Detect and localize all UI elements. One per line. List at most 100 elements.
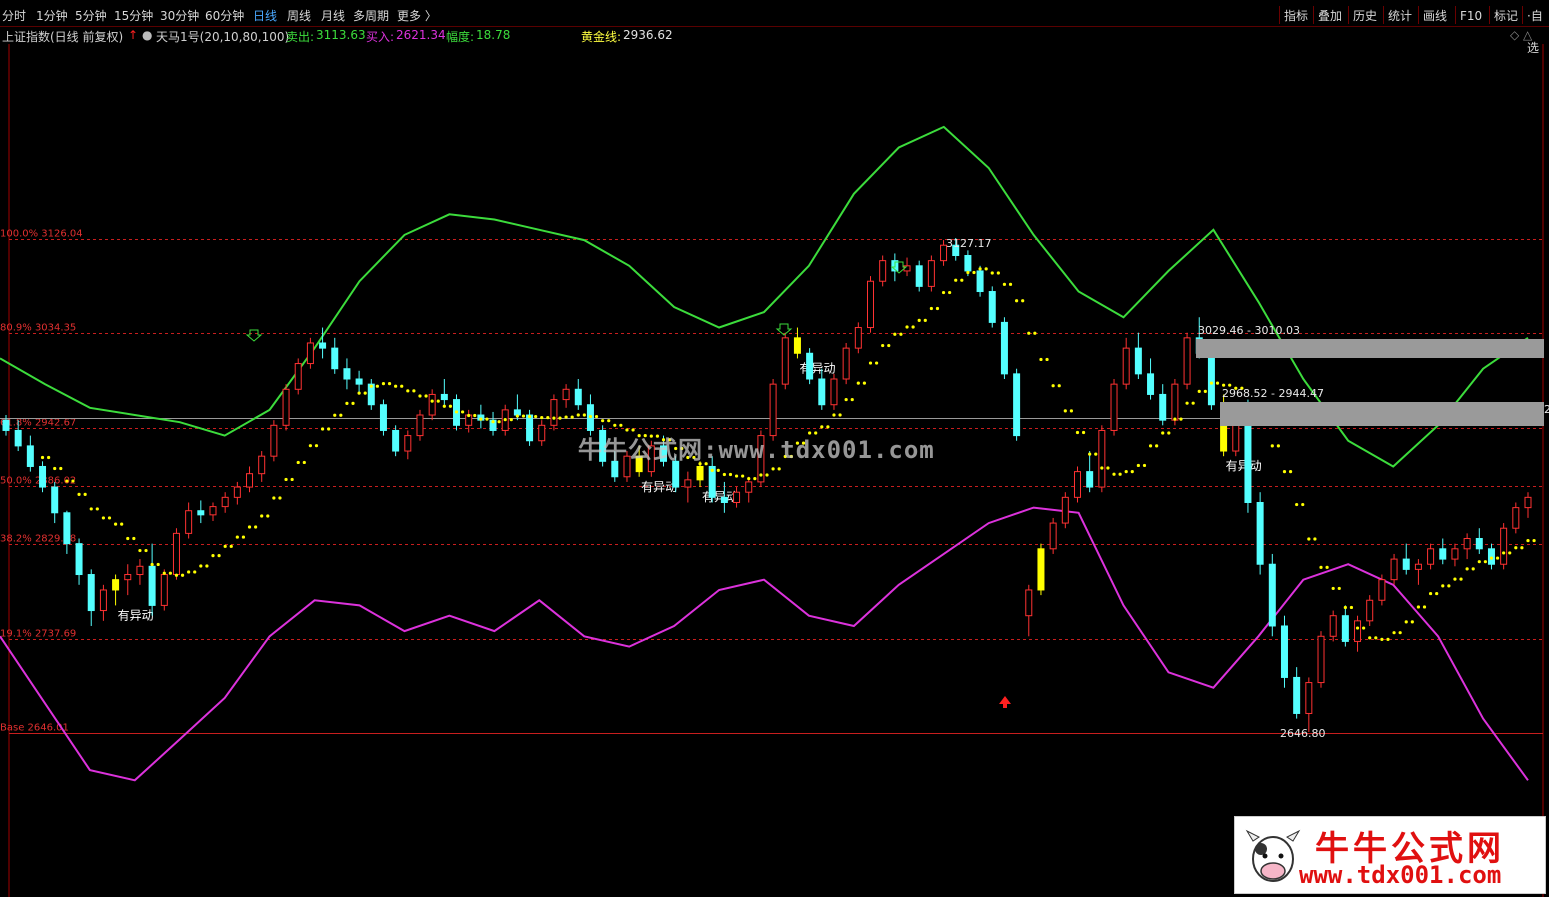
candle-body[interactable] [428, 393, 436, 416]
period-tab-7[interactable]: 周线 [287, 0, 311, 26]
candle-body[interactable] [781, 337, 789, 385]
candle-body[interactable] [294, 363, 302, 390]
candle-body[interactable] [1256, 501, 1264, 565]
candle-body[interactable] [1427, 548, 1435, 565]
candle-body[interactable] [1378, 579, 1386, 601]
toolbar-button-6[interactable]: 标记 [1494, 0, 1518, 26]
candle-body[interactable] [1414, 563, 1422, 570]
candle-body[interactable] [1086, 471, 1094, 488]
candle-body[interactable] [63, 512, 71, 545]
period-tab-1[interactable]: 1分钟 [36, 0, 68, 26]
candle-body[interactable] [14, 429, 22, 447]
candle-body[interactable] [927, 260, 935, 287]
candle-body[interactable] [355, 378, 363, 385]
candle-body[interactable] [1110, 383, 1118, 431]
candle-body[interactable] [1439, 548, 1447, 560]
candle-body[interactable] [1463, 538, 1471, 550]
candle-body[interactable] [282, 388, 290, 426]
candle-body[interactable] [562, 388, 570, 401]
toolbar-button-3[interactable]: 统计 [1388, 0, 1412, 26]
candle-body[interactable] [574, 388, 582, 406]
candle-body[interactable] [745, 481, 753, 493]
candle-body[interactable] [112, 579, 120, 591]
candle-body[interactable] [1512, 507, 1520, 529]
candle-body[interactable] [879, 260, 887, 282]
candle-body[interactable] [526, 414, 534, 442]
candle-body[interactable] [51, 486, 59, 514]
candle-body[interactable] [1122, 347, 1130, 385]
toolbar-button-4[interactable]: 画线 [1423, 0, 1447, 26]
candle-body[interactable] [2, 419, 10, 431]
candle-body[interactable] [221, 496, 229, 508]
indicator-name[interactable]: 天马1号(20,10,80,100) [156, 28, 289, 45]
candle-body[interactable] [1341, 615, 1349, 642]
candle-body[interactable] [136, 565, 144, 576]
candle-body[interactable] [1366, 599, 1374, 622]
period-tab-2[interactable]: 5分钟 [75, 0, 107, 26]
candle-body[interactable] [172, 532, 180, 576]
candle-body[interactable] [1451, 548, 1459, 560]
candle-body[interactable] [270, 424, 278, 457]
candle-body[interactable] [806, 352, 814, 380]
candle-body[interactable] [306, 342, 314, 365]
candle-body[interactable] [233, 486, 241, 498]
candle-body[interactable] [75, 543, 83, 576]
period-tab-5[interactable]: 60分钟 [205, 0, 244, 26]
candle-body[interactable] [1049, 522, 1057, 550]
candle-body[interactable] [988, 291, 996, 323]
candle-body[interactable] [246, 473, 254, 488]
candle-body[interactable] [1171, 383, 1179, 421]
candle-body[interactable] [854, 327, 862, 349]
period-tab-0[interactable]: 分时 [2, 0, 26, 26]
candle-body[interactable] [197, 510, 205, 516]
candle-body[interactable] [733, 491, 741, 503]
candle-body[interactable] [550, 399, 558, 426]
candle-body[interactable] [842, 347, 850, 380]
toolbar-button-7[interactable]: ·自选 [1527, 0, 1549, 55]
period-tab-10[interactable]: 更多 〉 [397, 0, 437, 26]
candle-body[interactable] [1147, 373, 1155, 395]
candle-body[interactable] [1073, 471, 1081, 498]
toolbar-button-5[interactable]: F10 [1460, 0, 1482, 26]
candle-body[interactable] [720, 496, 728, 503]
toolbar-button-2[interactable]: 历史 [1353, 0, 1377, 26]
candle-body[interactable] [1524, 496, 1532, 509]
candle-body[interactable] [124, 574, 132, 581]
period-tab-9[interactable]: 多周期 [353, 0, 389, 26]
candle-body[interactable] [1244, 414, 1252, 503]
candle-body[interactable] [1268, 563, 1276, 627]
candle-body[interactable] [672, 460, 680, 488]
candle-body[interactable] [818, 378, 826, 406]
candle-body[interactable] [538, 424, 546, 442]
candle-body[interactable] [513, 409, 521, 416]
candle-body[interactable] [684, 479, 692, 488]
candle-body[interactable] [696, 465, 704, 481]
candle-body[interactable] [87, 574, 95, 612]
candle-body[interactable] [39, 465, 47, 488]
candle-body[interactable] [915, 265, 923, 287]
candle-body[interactable] [793, 337, 801, 354]
period-tab-3[interactable]: 15分钟 [114, 0, 153, 26]
candle-body[interactable] [1305, 682, 1313, 714]
candle-body[interactable] [1390, 558, 1398, 581]
dropdown-circle-icon[interactable]: ● [142, 28, 152, 42]
candle-body[interactable] [1000, 321, 1008, 375]
candle-body[interactable] [440, 393, 448, 401]
candle-body[interactable] [1207, 352, 1215, 406]
candle-body[interactable] [1402, 558, 1410, 570]
candle-body[interactable] [160, 574, 168, 606]
candle-body[interactable] [964, 255, 972, 272]
candle-body[interactable] [148, 565, 156, 606]
candle-body[interactable] [416, 414, 424, 437]
candle-body[interactable] [1500, 527, 1508, 565]
candle-body[interactable] [830, 378, 838, 406]
candle-body[interactable] [1317, 635, 1325, 684]
candle-body[interactable] [331, 347, 339, 370]
toolbar-button-0[interactable]: 指标 [1284, 0, 1308, 26]
candle-body[interactable] [392, 429, 400, 452]
candle-body[interactable] [1329, 615, 1337, 637]
candle-body[interactable] [1025, 589, 1033, 617]
candle-body[interactable] [769, 383, 777, 437]
candle-body[interactable] [1280, 625, 1288, 678]
candle-body[interactable] [1475, 538, 1483, 550]
